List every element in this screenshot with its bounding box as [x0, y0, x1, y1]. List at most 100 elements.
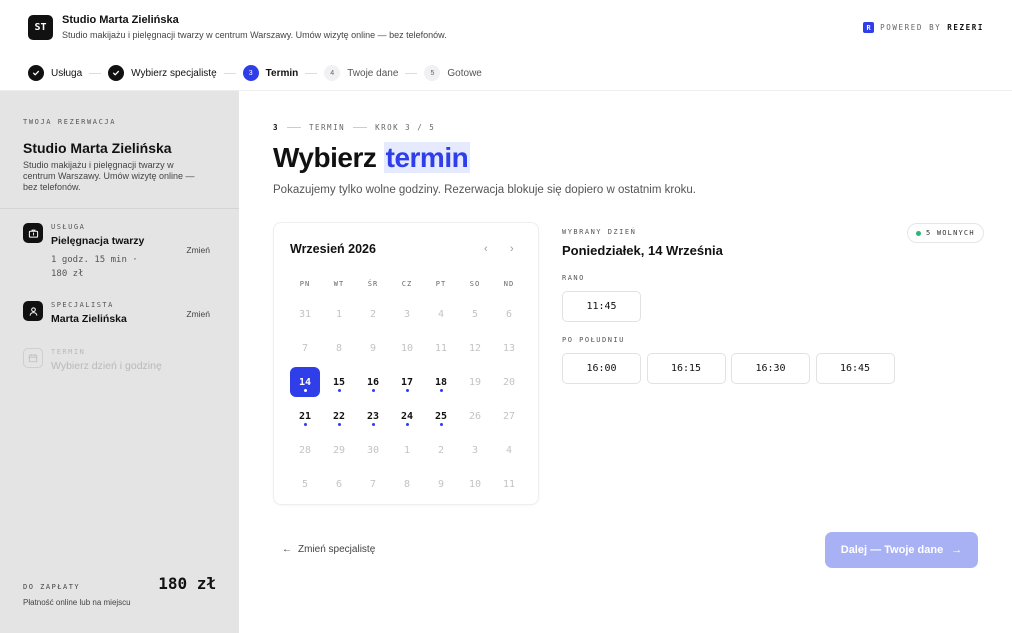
calendar-day-available[interactable]: 23 [356, 399, 390, 433]
calendar-day-unavailable: 11 [434, 342, 448, 354]
stepper-separator [89, 72, 102, 74]
step-5: 5 Gotowe [424, 65, 482, 81]
calendar-day-unavailable: 26 [468, 410, 482, 422]
step-1[interactable]: Usługa [28, 65, 82, 81]
time-slot-button[interactable]: 11:45 [562, 291, 641, 322]
calendar-day-unavailable: 30 [366, 444, 380, 456]
summary-term: TERMIN Wybierz dzień i godzinę [23, 348, 219, 378]
calendar-day-available[interactable]: 24 [390, 399, 424, 433]
total-note: Płatność online lub na miejscu [23, 598, 131, 607]
prev-month-button[interactable]: ‹ [484, 243, 488, 255]
calendar-day-unavailable: 11 [502, 478, 516, 490]
calendar-day-unavailable: 10 [468, 478, 482, 490]
calendar-day-unavailable: 31 [298, 308, 312, 320]
summary-divider [0, 208, 239, 209]
calendar-day-unavailable: 27 [502, 410, 516, 422]
calendar-day-unavailable: 2 [437, 444, 445, 456]
time-slot-button[interactable]: 16:45 [815, 353, 895, 384]
step-breadcrumb: 3 TERMIN KROK 3 / 5 [273, 123, 435, 132]
status-dot-icon [916, 230, 921, 236]
calendar-day-unavailable: 12 [468, 342, 482, 354]
studio-logo: ST [28, 15, 53, 40]
calendar-day-available[interactable]: 21 [288, 399, 322, 433]
service-value: Pielęgnacja twarzy [51, 235, 145, 247]
calendar-day-available[interactable]: 22 [322, 399, 356, 433]
afternoon-label: PO POŁUDNIU [562, 336, 625, 344]
next-your-details-button[interactable]: Dalej — Twoje dane → [825, 532, 978, 568]
reservation-summary-sidebar: TWOJA REZERWACJA Studio Marta Zielińska … [0, 91, 239, 633]
crumb-line [287, 127, 302, 128]
time-slot-button[interactable]: 16:15 [646, 353, 726, 384]
calendar-day-unavailable: 28 [298, 444, 312, 456]
back-to-specialist-button[interactable]: ← Zmień specjalistę [282, 544, 375, 555]
calendar-day-available[interactable]: 17 [390, 365, 424, 399]
stepper-separator [405, 72, 418, 74]
check-icon [28, 65, 44, 81]
calendar-day-unavailable: 1 [335, 308, 343, 320]
calendar-day-selected[interactable]: 14 [290, 367, 320, 397]
calendar-day-available[interactable]: 25 [424, 399, 458, 433]
step-label: Termin [265, 67, 299, 79]
change-specialist-link[interactable]: Zmień [186, 309, 210, 319]
service-duration: 1 godz. 15 min · [51, 255, 138, 265]
selected-day-kicker: WYBRANY DZIEŃ [562, 228, 637, 236]
page-title: Wybierz termin [273, 142, 471, 174]
service-meta: 1 godz. 15 min · 180 zł [51, 253, 138, 281]
crumb-line [353, 127, 368, 128]
check-icon [108, 65, 125, 81]
selected-day-label: Poniedziałek, 14 Września [562, 243, 723, 258]
calendar-day-unavailable: 2 [369, 308, 377, 320]
calendar-day-unavailable: 5 [301, 478, 309, 490]
calendar-day-unavailable: 5 [471, 308, 479, 320]
crumb-number: 3 [273, 123, 280, 132]
calendar-icon [23, 348, 43, 368]
service-price: 180 zł [51, 269, 84, 279]
calendar-day-unavailable: 1 [403, 444, 411, 456]
summary-service: USŁUGA Pielęgnacja twarzy 1 godz. 15 min… [23, 223, 219, 279]
step-label: Twoje dane [347, 67, 399, 79]
time-slot-button[interactable]: 16:00 [562, 353, 641, 384]
morning-label: RANO [562, 274, 585, 282]
calendar-day-unavailable: 3 [471, 444, 479, 456]
calendar-grid: PN WT ŚR CZ PT SO ND 31 1 2 3 4 5 6 7 8 9 10 11 12 13 14 15 16 1… [288, 277, 526, 501]
crumb-section: TERMIN [309, 123, 346, 132]
specialist-category: SPECJALISTA [51, 301, 114, 309]
briefcase-icon [23, 223, 43, 243]
calendar-month-title: Wrzesień 2026 [290, 242, 376, 256]
next-label: Dalej — Twoje dane [840, 544, 944, 556]
stepper-separator [305, 72, 318, 74]
time-slot-button[interactable]: 16:30 [731, 353, 810, 384]
calendar-day-unavailable: 20 [502, 376, 516, 388]
free-slots-count: 5 WOLNYCH [926, 229, 975, 237]
studio-tagline: Studio makijażu i pielęgnacji twarzy w c… [62, 30, 447, 40]
weekday-label: ND [503, 280, 515, 288]
calendar-day-unavailable: 10 [400, 342, 414, 354]
back-label: Zmień specjalistę [298, 544, 376, 555]
powered-by[interactable]: R POWERED BY REZERI [863, 22, 984, 33]
step-2[interactable]: Wybierz specjalistę [108, 65, 217, 81]
total-label: DO ZAPŁATY [23, 583, 81, 591]
specialist-value: Marta Zielińska [51, 313, 127, 325]
calendar-day-unavailable: 7 [369, 478, 377, 490]
title-highlight: termin [383, 142, 471, 173]
calendar-day-unavailable: 7 [301, 342, 309, 354]
total-value: 180 zł [158, 574, 216, 593]
title-plain: Wybierz [273, 142, 377, 173]
calendar-day-available[interactable]: 15 [322, 365, 356, 399]
summary-description: Studio makijażu i pielęgnacji twarzy w c… [23, 160, 195, 192]
page-lead: Pokazujemy tylko wolne godziny. Rezerwac… [273, 184, 696, 196]
next-month-button[interactable]: › [510, 243, 514, 255]
powered-brand: REZERI [947, 23, 984, 32]
service-category: USŁUGA [51, 223, 86, 231]
rezeri-logo-icon: R [863, 22, 875, 33]
summary-kicker: TWOJA REZERWACJA [23, 118, 117, 126]
calendar-day-available[interactable]: 18 [424, 365, 458, 399]
calendar-day-unavailable: 13 [502, 342, 516, 354]
calendar-day-unavailable: 9 [437, 478, 445, 490]
weekday-label: ŚR [367, 280, 379, 288]
step-label: Gotowe [447, 67, 482, 79]
change-service-link[interactable]: Zmień [186, 245, 210, 255]
calendar-day-available[interactable]: 16 [356, 365, 390, 399]
calendar-day-unavailable: 29 [332, 444, 346, 456]
step-4: 4 Twoje dane [324, 65, 398, 81]
